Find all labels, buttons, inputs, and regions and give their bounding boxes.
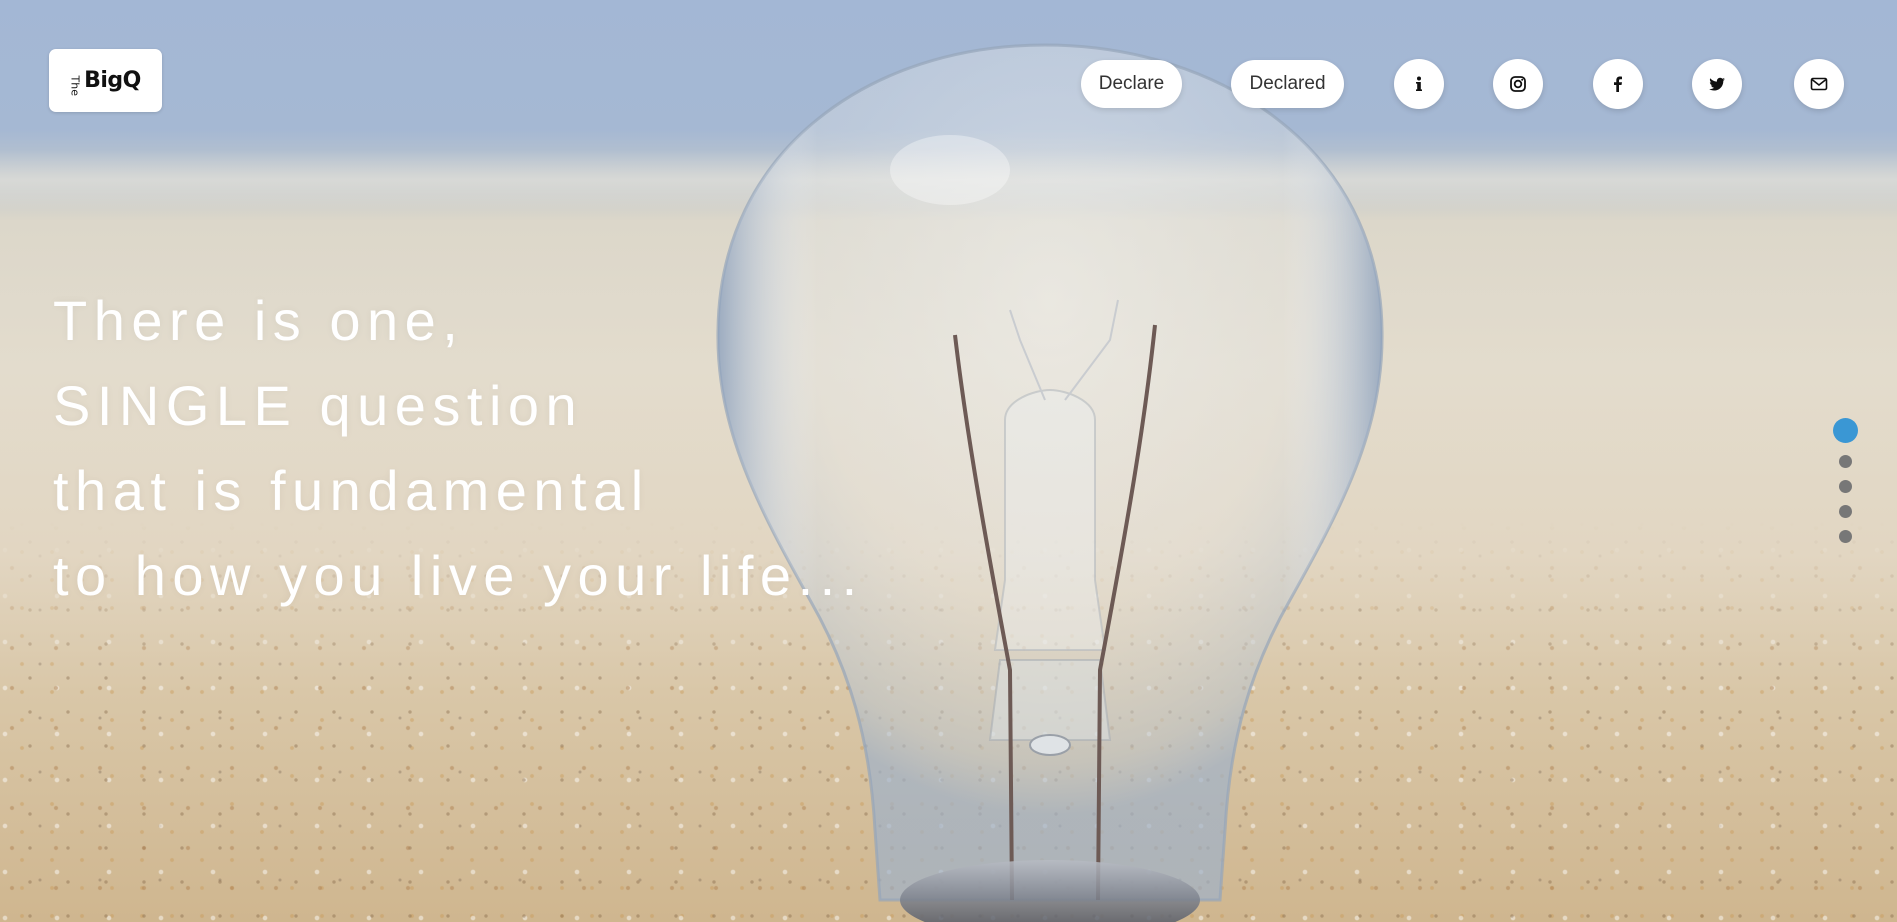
facebook-icon (1614, 76, 1622, 92)
logo-mark: The BigQ (68, 62, 147, 96)
declare-button[interactable]: Declare (1081, 60, 1182, 108)
pagination-dot-5[interactable] (1838, 530, 1852, 543)
headline-line-4: to how you live your life... (53, 544, 864, 607)
pagination-dot-4[interactable] (1838, 505, 1852, 518)
headline-line-3: that is fundamental (53, 459, 650, 522)
logo-text: BigQ (84, 68, 141, 93)
info-button[interactable] (1394, 59, 1444, 109)
pagination-dot-2[interactable] (1838, 455, 1852, 468)
mail-button[interactable] (1794, 59, 1844, 109)
headline-line-2: SINGLE question (53, 374, 584, 437)
twitter-icon (1709, 77, 1725, 91)
twitter-button[interactable] (1692, 59, 1742, 109)
hero-headline: There is one, SINGLE question that is fu… (53, 278, 864, 618)
mail-icon (1810, 77, 1828, 91)
instagram-button[interactable] (1493, 59, 1543, 109)
facebook-button[interactable] (1593, 59, 1643, 109)
section-pagination (1832, 418, 1858, 543)
site-logo[interactable]: The BigQ (49, 49, 162, 112)
declared-button[interactable]: Declared (1231, 60, 1344, 108)
pagination-dot-3[interactable] (1838, 480, 1852, 493)
instagram-icon (1510, 76, 1526, 92)
info-icon (1416, 76, 1422, 91)
logo-prefix: The (68, 75, 82, 96)
pagination-dot-1[interactable] (1832, 418, 1858, 443)
hero-section: The BigQ Declare Declared There is one, … (0, 0, 1897, 922)
headline-line-1: There is one, (53, 289, 465, 352)
